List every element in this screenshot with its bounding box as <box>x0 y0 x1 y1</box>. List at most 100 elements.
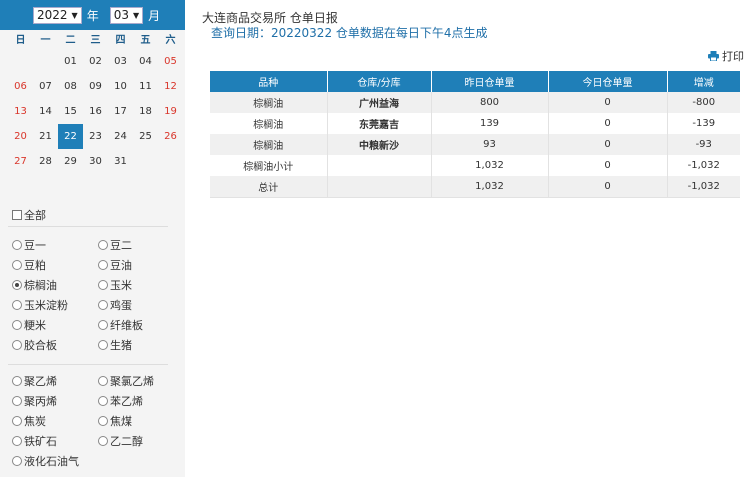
table-cell: 93 <box>431 134 549 155</box>
calendar-day[interactable]: 16 <box>83 99 108 124</box>
radio-icon[interactable] <box>98 320 108 330</box>
radio-icon[interactable] <box>98 416 108 426</box>
variety-option[interactable]: 生猪 <box>98 337 132 353</box>
calendar-day[interactable]: 17 <box>108 99 133 124</box>
variety-option[interactable]: 焦炭 <box>12 413 46 429</box>
variety-option[interactable]: 胶合板 <box>12 337 57 353</box>
calendar-day[interactable]: 21 <box>33 124 58 149</box>
variety-option[interactable]: 乙二醇 <box>98 433 143 449</box>
radio-icon[interactable] <box>12 240 22 250</box>
calendar-day[interactable]: 11 <box>133 74 158 99</box>
calendar-day[interactable]: 23 <box>83 124 108 149</box>
radio-icon[interactable] <box>12 396 22 406</box>
radio-icon[interactable] <box>12 300 22 310</box>
radio-icon[interactable] <box>98 436 108 446</box>
variety-option[interactable]: 聚氯乙烯 <box>98 373 154 389</box>
calendar-day[interactable]: 02 <box>83 49 108 74</box>
calendar-day[interactable]: 25 <box>133 124 158 149</box>
divider <box>8 364 168 365</box>
variety-label: 纤维板 <box>110 319 143 332</box>
calendar-day[interactable]: 07 <box>33 74 58 99</box>
calendar-day[interactable]: 15 <box>58 99 83 124</box>
calendar-day[interactable]: 20 <box>8 124 33 149</box>
variety-label: 聚氯乙烯 <box>110 375 154 388</box>
query-date: 查询日期：20220322 仓单数据在每日下午4点生成 <box>211 26 488 40</box>
radio-icon[interactable] <box>12 340 22 350</box>
calendar-empty-cell <box>33 49 58 74</box>
calendar-day[interactable]: 13 <box>8 99 33 124</box>
variety-option[interactable]: 棕榈油 <box>12 277 57 293</box>
calendar-day[interactable]: 06 <box>8 74 33 99</box>
year-select[interactable]: 2022 ▼ <box>33 6 82 24</box>
print-button[interactable]: 打印 <box>708 48 744 64</box>
variety-option[interactable]: 液化石油气 <box>12 453 79 469</box>
month-value: 03 <box>113 8 129 22</box>
radio-icon[interactable] <box>12 280 22 290</box>
table-cell: 0 <box>548 92 668 113</box>
radio-icon[interactable] <box>98 280 108 290</box>
calendar-day[interactable]: 24 <box>108 124 133 149</box>
variety-label: 焦煤 <box>110 415 132 428</box>
table-cell: 棕榈油小计 <box>210 155 328 176</box>
variety-label: 豆粕 <box>24 259 46 272</box>
calendar-day[interactable]: 31 <box>108 149 133 174</box>
calendar-day[interactable]: 09 <box>83 74 108 99</box>
variety-option[interactable]: 苯乙烯 <box>98 393 143 409</box>
variety-option[interactable]: 聚丙烯 <box>12 393 57 409</box>
calendar-day[interactable]: 03 <box>108 49 133 74</box>
calendar-day[interactable]: 28 <box>33 149 58 174</box>
checkbox-icon[interactable] <box>12 210 22 220</box>
variety-option[interactable]: 纤维板 <box>98 317 143 333</box>
radio-icon[interactable] <box>12 416 22 426</box>
radio-icon[interactable] <box>12 260 22 270</box>
calendar-day[interactable]: 19 <box>158 99 183 124</box>
variety-option[interactable]: 豆二 <box>98 237 132 253</box>
calendar-day[interactable]: 29 <box>58 149 83 174</box>
radio-icon[interactable] <box>98 396 108 406</box>
calendar-day[interactable]: 01 <box>58 49 83 74</box>
table-cell: -139 <box>667 113 740 134</box>
variety-option[interactable]: 鸡蛋 <box>98 297 132 313</box>
radio-icon[interactable] <box>98 340 108 350</box>
radio-icon[interactable] <box>12 436 22 446</box>
variety-option[interactable]: 豆一 <box>12 237 46 253</box>
calendar-day[interactable]: 04 <box>133 49 158 74</box>
table-cell: 中粮新沙 <box>327 134 432 155</box>
calendar-day[interactable]: 14 <box>33 99 58 124</box>
variety-option[interactable]: 铁矿石 <box>12 433 57 449</box>
radio-icon[interactable] <box>12 320 22 330</box>
radio-icon[interactable] <box>98 376 108 386</box>
calendar-day[interactable]: 05 <box>158 49 183 74</box>
variety-label: 玉米 <box>110 279 132 292</box>
calendar-day[interactable]: 18 <box>133 99 158 124</box>
table-cell: -800 <box>667 92 740 113</box>
calendar-day[interactable]: 30 <box>83 149 108 174</box>
radio-icon[interactable] <box>98 240 108 250</box>
col-header: 品种 <box>210 71 328 92</box>
variety-option[interactable]: 玉米 <box>98 277 132 293</box>
radio-icon[interactable] <box>12 376 22 386</box>
table-cell: 0 <box>548 134 668 155</box>
radio-icon[interactable] <box>98 300 108 310</box>
calendar-day[interactable]: 12 <box>158 74 183 99</box>
calendar-day[interactable]: 27 <box>8 149 33 174</box>
calendar-day[interactable]: 08 <box>58 74 83 99</box>
variety-option[interactable]: 粳米 <box>12 317 46 333</box>
radio-icon[interactable] <box>12 456 22 466</box>
table-row: 棕榈油 广州益海 800 0 -800 <box>210 92 740 113</box>
radio-icon[interactable] <box>98 260 108 270</box>
calendar-day[interactable]: 22 <box>58 124 83 149</box>
table-cell: 1,032 <box>431 176 549 198</box>
calendar-day[interactable]: 26 <box>158 124 183 149</box>
month-select[interactable]: 03 ▼ <box>109 6 144 24</box>
calendar-day[interactable]: 10 <box>108 74 133 99</box>
variety-label: 液化石油气 <box>24 455 79 468</box>
variety-option[interactable]: 豆粕 <box>12 257 46 273</box>
variety-option[interactable]: 豆油 <box>98 257 132 273</box>
select-all[interactable]: 全部 <box>12 207 46 223</box>
weekday-header: 二 <box>65 35 76 46</box>
variety-option[interactable]: 焦煤 <box>98 413 132 429</box>
variety-option[interactable]: 玉米淀粉 <box>12 297 68 313</box>
variety-option[interactable]: 聚乙烯 <box>12 373 57 389</box>
variety-label: 豆油 <box>110 259 132 272</box>
